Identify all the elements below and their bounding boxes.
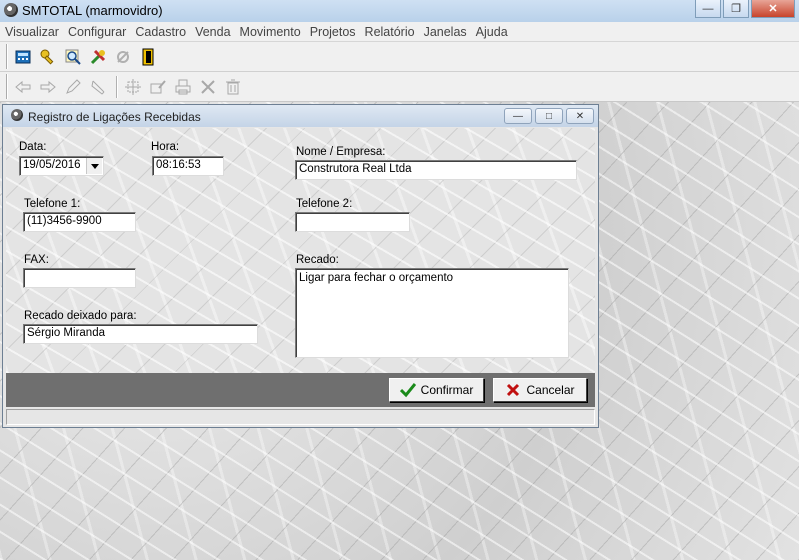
- time-field[interactable]: 08:16:53: [152, 156, 224, 176]
- previous-arrow-icon[interactable]: [12, 76, 34, 98]
- print-icon[interactable]: [172, 76, 194, 98]
- menu-visualizar[interactable]: Visualizar: [0, 25, 63, 39]
- telefone1-label: Telefone 1:: [24, 198, 81, 210]
- data-label: Data:: [19, 141, 47, 153]
- magnifier-icon[interactable]: [62, 46, 84, 68]
- app-icon: [4, 3, 18, 17]
- date-combo[interactable]: 19/05/2016: [19, 156, 104, 176]
- red-x-icon: [507, 383, 520, 397]
- menu-janelas[interactable]: Janelas: [419, 25, 471, 39]
- exit-door-icon[interactable]: [137, 46, 159, 68]
- app-title: SMTOTAL (marmovidro): [22, 3, 163, 18]
- phone2-field[interactable]: [295, 212, 410, 232]
- pencil-icon[interactable]: [62, 76, 84, 98]
- date-value: 19/05/2016: [23, 159, 81, 171]
- close-button[interactable]: ✕: [751, 0, 795, 18]
- minimize-button[interactable]: —: [695, 0, 721, 18]
- dialog-title: Registro de Ligações Recebidas: [28, 110, 201, 124]
- eraser-icon[interactable]: [87, 76, 109, 98]
- menu-ajuda[interactable]: Ajuda: [471, 25, 512, 39]
- cancel-label: Cancelar: [526, 383, 575, 397]
- settings-disabled-icon[interactable]: [112, 46, 134, 68]
- dialog-minimize-button[interactable]: —: [504, 108, 532, 124]
- button-bar: Confirmar Cancelar: [6, 373, 595, 407]
- next-arrow-icon[interactable]: [37, 76, 59, 98]
- record-toolbar: [0, 72, 799, 102]
- dialog-restore-button[interactable]: □: [535, 108, 563, 124]
- menu-cadastro[interactable]: Cadastro: [130, 25, 190, 39]
- tools-icon[interactable]: [87, 46, 109, 68]
- trash-icon[interactable]: [222, 76, 244, 98]
- fax-label: FAX:: [24, 254, 49, 266]
- menu-bar: Visualizar Configurar Cadastro Venda Mov…: [0, 22, 799, 42]
- company-name-field[interactable]: Construtora Real Ltda: [295, 160, 577, 180]
- confirm-label: Confirmar: [420, 383, 474, 397]
- recado-label: Recado:: [296, 254, 339, 266]
- confirm-button[interactable]: Confirmar: [389, 378, 484, 402]
- message-recipient-field[interactable]: Sérgio Miranda: [23, 324, 258, 344]
- main-toolbar: [0, 42, 799, 72]
- toolbar-separator: [116, 75, 118, 98]
- new-record-icon[interactable]: [122, 76, 144, 98]
- dialog-close-button[interactable]: ✕: [566, 108, 594, 124]
- app-title-bar: SMTOTAL (marmovidro) — ❐ ✕: [0, 0, 799, 23]
- calculator-icon[interactable]: [12, 46, 34, 68]
- menu-projetos[interactable]: Projetos: [305, 25, 360, 39]
- key-icon[interactable]: [37, 46, 59, 68]
- dialog-title-bar: Registro de Ligações Recebidas — □ ✕: [3, 105, 598, 127]
- dialog-icon: [11, 109, 23, 121]
- chevron-down-icon[interactable]: [86, 158, 102, 174]
- form-area: Data: 19/05/2016 Hora: 08:16:53 Nome / E…: [6, 128, 595, 373]
- recado-para-label: Recado deixado para:: [24, 310, 137, 322]
- call-log-dialog: Registro de Ligações Recebidas — □ ✕ Dat…: [2, 104, 599, 428]
- phone1-field[interactable]: (11)3456-9900: [23, 212, 136, 232]
- menu-movimento[interactable]: Movimento: [235, 25, 305, 39]
- restore-button[interactable]: ❐: [723, 0, 749, 18]
- edit-record-icon[interactable]: [147, 76, 169, 98]
- hora-label: Hora:: [151, 141, 180, 153]
- cancel-x-icon[interactable]: [197, 76, 219, 98]
- dialog-status-bar: [6, 409, 595, 425]
- menu-venda[interactable]: Venda: [190, 25, 234, 39]
- cancel-button[interactable]: Cancelar: [493, 378, 587, 402]
- fax-field[interactable]: [23, 268, 136, 288]
- menu-configurar[interactable]: Configurar: [63, 25, 130, 39]
- telefone2-label: Telefone 2:: [296, 198, 353, 210]
- checkmark-icon: [399, 383, 416, 398]
- nome-label: Nome / Empresa:: [296, 146, 386, 158]
- menu-relatorio[interactable]: Relatório: [360, 25, 419, 39]
- message-textarea[interactable]: Ligar para fechar o orçamento: [295, 268, 569, 358]
